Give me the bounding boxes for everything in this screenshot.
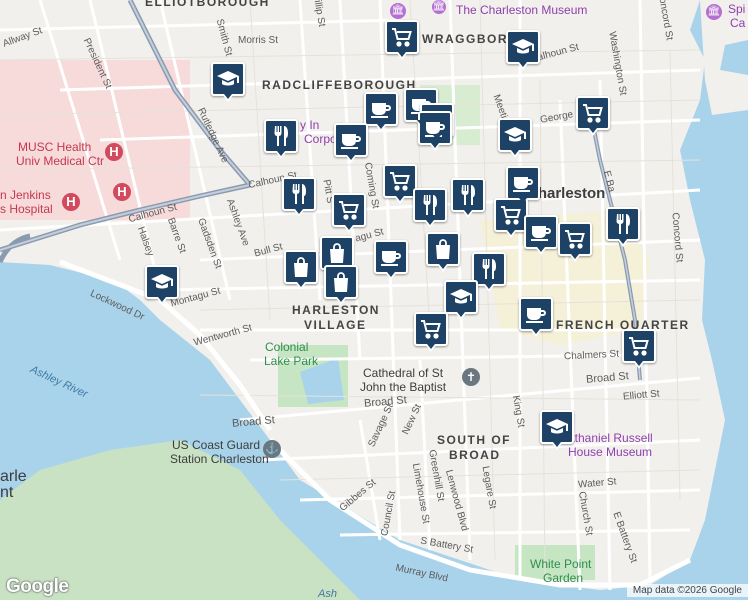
grocery-marker[interactable] (558, 222, 592, 262)
neighborhood-village: VILLAGE (304, 318, 367, 332)
cart-icon (563, 227, 587, 251)
cart-icon (390, 25, 414, 49)
musc-label-line1[interactable]: MUSC Health (18, 140, 91, 154)
spi-label-line2[interactable]: Ca (730, 16, 745, 30)
shopping-bag-icon (329, 270, 353, 294)
school-marker[interactable] (444, 280, 478, 320)
fork-knife-icon (477, 257, 501, 281)
musc-label-line2[interactable]: Univ Medical Ctr (16, 154, 104, 168)
neighborhood-harleston: HARLESTON (292, 303, 380, 317)
coffee-cup-icon (529, 220, 553, 244)
coffee-cup-icon (511, 171, 535, 195)
coast-guard-label-line1[interactable]: US Coast Guard (172, 438, 260, 452)
restaurant-marker[interactable] (282, 177, 316, 217)
cafe-marker[interactable] (364, 92, 398, 132)
school-marker[interactable] (145, 265, 179, 305)
google-logo[interactable]: Google (6, 576, 69, 598)
cart-icon (337, 198, 361, 222)
fork-knife-icon (611, 212, 635, 236)
cafe-marker[interactable] (374, 240, 408, 280)
street-morris: Morris St (238, 35, 278, 46)
cafe-marker[interactable] (334, 123, 368, 163)
hospital-icon[interactable]: H (113, 183, 131, 201)
cafe-marker[interactable] (519, 297, 553, 337)
cathedral-label-line2[interactable]: John the Baptist (360, 380, 446, 394)
school-marker[interactable] (211, 62, 245, 102)
restaurant-marker[interactable] (264, 119, 298, 159)
grocery-marker[interactable] (622, 329, 656, 369)
landmark-icon[interactable]: ⚓ (263, 440, 281, 458)
coffee-cup-icon (379, 245, 403, 269)
hospital-icon[interactable]: H (105, 143, 123, 161)
colonial-lake-label-line1[interactable]: Colonial (265, 340, 308, 354)
cafe-marker[interactable] (506, 166, 540, 206)
roper-label-line2[interactable]: s Hospital (0, 202, 53, 216)
white-point-label-line2[interactable]: Garden (543, 571, 583, 585)
coffee-cup-icon (524, 302, 548, 326)
shopping-bag-icon (325, 241, 349, 265)
graduation-cap-icon (449, 285, 473, 309)
museum-icon[interactable]: 🏛 (390, 3, 406, 19)
fork-knife-icon (456, 183, 480, 207)
grocery-marker[interactable] (414, 312, 448, 352)
cart-icon (499, 203, 523, 227)
nathaniel-russell-label-line2[interactable]: House Museum (568, 445, 652, 459)
graduation-cap-icon (216, 67, 240, 91)
fork-knife-icon (269, 124, 293, 148)
neighborhood-wraggborough: WRAGGBORO (422, 32, 519, 46)
restaurant-marker[interactable] (606, 207, 640, 247)
fork-knife-icon (287, 182, 311, 206)
cart-icon (419, 317, 443, 341)
neighborhood-elliotborough: ELLIOTBOROUGH (145, 0, 270, 9)
restaurant-marker[interactable] (413, 188, 447, 228)
fork-knife-icon (418, 193, 442, 217)
graduation-cap-icon (150, 270, 174, 294)
colonial-lake-label-line2[interactable]: Lake Park (264, 354, 318, 368)
charleston-museum-label[interactable]: The Charleston Museum (456, 3, 587, 17)
shopping-marker[interactable] (284, 250, 318, 290)
cart-icon (388, 169, 412, 193)
nathaniel-russell-label-line1[interactable]: athaniel Russell (568, 431, 653, 445)
school-marker[interactable] (506, 30, 540, 70)
coast-guard-label-line2[interactable]: Station Charleston (170, 452, 269, 466)
hotel-label-line1[interactable]: y In (300, 118, 319, 132)
neighborhood-south-of: SOUTH OF (437, 433, 511, 447)
neighborhood-broad: BROAD (449, 448, 501, 462)
shopping-bag-icon (289, 255, 313, 279)
school-marker[interactable] (540, 410, 574, 450)
cart-icon (627, 334, 651, 358)
hospital-icon[interactable]: H (62, 193, 80, 211)
church-icon[interactable]: ✝ (462, 368, 480, 386)
cart-icon (581, 101, 605, 125)
map-canvas[interactable]: ELLIOTBOROUGH WRAGGBORO RADCLIFFEBOROUGH… (0, 0, 748, 600)
map-attribution[interactable]: Map data ©2026 Google (626, 584, 748, 597)
cafe-marker[interactable] (524, 215, 558, 255)
museum-icon[interactable]: 🏛 (432, 0, 446, 14)
shopping-marker[interactable] (324, 265, 358, 305)
cathedral-label-line1[interactable]: Cathedral of St (363, 366, 443, 380)
museum-icon[interactable]: 🏛 (706, 4, 722, 20)
white-point-label-line1[interactable]: White Point (530, 557, 591, 571)
grocery-marker[interactable] (332, 193, 366, 233)
restaurant-marker[interactable] (451, 178, 485, 218)
spi-label-line1[interactable]: Spi (728, 2, 745, 16)
graduation-cap-icon (545, 415, 569, 439)
water-bottom-label: Ash (318, 588, 337, 600)
grocery-marker[interactable] (494, 198, 528, 238)
school-marker[interactable] (498, 118, 532, 158)
shopping-bag-icon (431, 237, 455, 261)
grocery-marker[interactable] (576, 96, 610, 136)
graduation-cap-icon (503, 123, 527, 147)
grocery-marker[interactable] (385, 20, 419, 60)
shopping-marker[interactable] (426, 232, 460, 272)
coffee-cup-icon (339, 128, 363, 152)
arle-label-line2: nt (0, 484, 14, 501)
grocery-marker[interactable] (383, 164, 417, 204)
graduation-cap-icon (511, 35, 535, 59)
coffee-cup-icon (369, 97, 393, 121)
roper-label-line1[interactable]: n Jenkins (0, 188, 51, 202)
neighborhood-radcliffeborough: RADCLIFFEBOROUGH (262, 78, 417, 92)
